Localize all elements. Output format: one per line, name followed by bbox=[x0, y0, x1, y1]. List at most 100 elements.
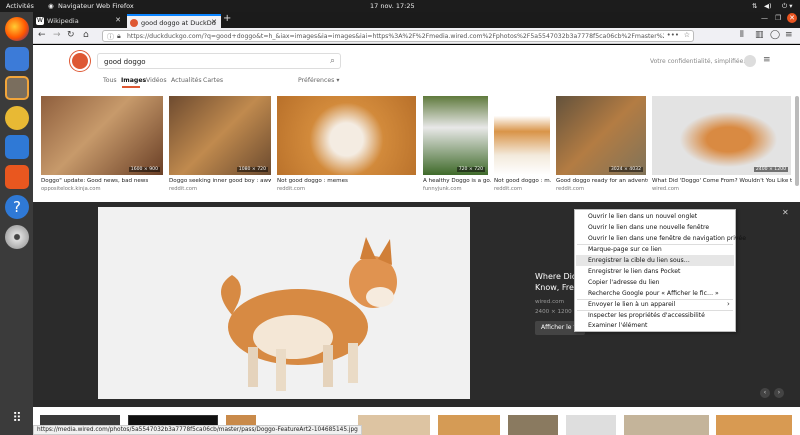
menu-bookmark-link[interactable]: Marque-page sur ce lien bbox=[588, 246, 662, 253]
toggle-icon[interactable] bbox=[744, 55, 756, 67]
result-image[interactable] bbox=[494, 96, 550, 175]
network-icon[interactable]: ⇅ bbox=[752, 2, 757, 10]
bottom-thumbnail[interactable] bbox=[716, 415, 792, 435]
files-icon[interactable] bbox=[5, 76, 29, 100]
search-icon[interactable]: ⌕ bbox=[330, 56, 335, 66]
disc-icon[interactable] bbox=[5, 225, 29, 249]
url-bar[interactable]: ⓘ 🔒︎ https://duckduckgo.com/?q=good+dogg… bbox=[102, 30, 694, 42]
result-title[interactable]: Good doggo ready for an adventu... bbox=[556, 178, 648, 184]
lock-icon[interactable]: 🔒︎ bbox=[117, 32, 121, 41]
volume-icon[interactable]: ◀) bbox=[764, 2, 772, 10]
search-query: good doggo bbox=[104, 58, 146, 66]
menu-save-link-as[interactable]: Enregistrer la cible du lien sous… bbox=[588, 257, 690, 264]
tab-wikipedia[interactable]: W Wikipedia ✕ bbox=[33, 14, 125, 28]
show-apps-icon[interactable]: ⠿ bbox=[5, 407, 29, 431]
menu-send-to-device[interactable]: Envoyer le lien à un appareil bbox=[588, 301, 675, 308]
bottom-thumbnail[interactable] bbox=[508, 415, 558, 435]
menu-inspect-accessibility[interactable]: Inspecter les propriétés d'accessibilité bbox=[588, 312, 705, 319]
menu-open-private-window[interactable]: Ouvrir le lien dans une fenêtre de navig… bbox=[588, 235, 746, 242]
detail-image[interactable] bbox=[98, 207, 470, 399]
help-icon[interactable]: ? bbox=[5, 195, 29, 219]
clock[interactable]: 17 nov. 17:25 bbox=[370, 2, 415, 10]
result-title[interactable]: A healthy Doggo is a go... bbox=[423, 178, 491, 184]
account-icon[interactable]: ◯ bbox=[770, 30, 780, 40]
bottom-thumbnail[interactable] bbox=[358, 415, 430, 435]
close-tab-icon[interactable]: ✕ bbox=[211, 18, 217, 26]
software-center-icon[interactable] bbox=[5, 165, 29, 189]
firefox-icon[interactable] bbox=[5, 17, 29, 41]
maximize-icon[interactable]: ❐ bbox=[775, 14, 781, 22]
result-title[interactable]: Doggo seeking inner good boy : aww bbox=[169, 178, 271, 184]
bookmark-star-icon[interactable]: ☆ bbox=[683, 31, 690, 39]
result-source: reddit.com bbox=[494, 186, 522, 192]
close-detail-icon[interactable]: ✕ bbox=[782, 208, 789, 217]
tab-duckduckgo[interactable]: good doggo at DuckDu ✕ bbox=[127, 14, 221, 28]
bottom-thumbnail[interactable] bbox=[438, 415, 500, 435]
result-image[interactable] bbox=[277, 96, 416, 175]
result-image[interactable]: 720 × 720 bbox=[423, 96, 488, 175]
library-icon[interactable]: ⫴ bbox=[740, 30, 744, 40]
home-icon[interactable]: ⌂ bbox=[83, 30, 89, 40]
menu-open-new-window[interactable]: Ouvrir le lien dans une nouvelle fenêtre bbox=[588, 224, 709, 231]
bottom-thumbnail[interactable] bbox=[624, 415, 709, 435]
status-url-tooltip: https://media.wired.com/photos/5a5547032… bbox=[33, 425, 362, 435]
result-image[interactable]: 1600 × 900 bbox=[41, 96, 163, 175]
submenu-arrow-icon: › bbox=[727, 300, 730, 308]
app-menu[interactable]: Navigateur Web Firefox bbox=[58, 2, 134, 10]
menu-separator bbox=[577, 310, 733, 311]
detail-title-line2[interactable]: Know, Fren bbox=[535, 283, 579, 292]
image-dimensions: 1600 × 900 bbox=[128, 167, 160, 172]
menu-copy-link[interactable]: Copier l'adresse du lien bbox=[588, 279, 660, 286]
result-source: wired.com bbox=[652, 186, 679, 192]
bottom-thumbnail[interactable] bbox=[566, 415, 616, 435]
sidebar-icon[interactable]: ▥ bbox=[755, 30, 764, 40]
result-source: oppositelock.kinja.com bbox=[41, 186, 101, 192]
result-title[interactable]: Not good doggo : m... bbox=[494, 178, 552, 184]
menu-icon[interactable]: ≡ bbox=[785, 30, 793, 40]
preferences-dropdown[interactable]: Préférences ▾ bbox=[298, 77, 339, 84]
context-menu: Ouvrir le lien dans un nouvel onglet Ouv… bbox=[574, 209, 746, 332]
hamburger-menu-icon[interactable]: ≡ bbox=[763, 55, 771, 65]
page-actions-icon[interactable]: ••• bbox=[663, 31, 679, 39]
close-window-icon[interactable]: ✕ bbox=[787, 13, 797, 23]
activities-button[interactable]: Activités bbox=[6, 2, 34, 10]
close-tab-icon[interactable]: ✕ bbox=[115, 16, 121, 24]
result-image[interactable]: 3024 × 4032 bbox=[556, 96, 646, 175]
new-tab-icon[interactable]: + bbox=[223, 13, 231, 24]
result-image[interactable]: 2400 × 1200 bbox=[652, 96, 791, 175]
detail-title[interactable]: Where Did bbox=[535, 272, 577, 281]
menu-save-to-pocket[interactable]: Enregistrer le lien dans Pocket bbox=[588, 268, 680, 275]
next-image-icon[interactable]: › bbox=[774, 388, 784, 398]
reload-icon[interactable]: ↻ bbox=[67, 30, 75, 40]
tab-news[interactable]: Actualités bbox=[171, 77, 202, 84]
writer-icon[interactable] bbox=[5, 135, 29, 159]
tab-all[interactable]: Tous bbox=[103, 77, 117, 84]
tab-strip: W Wikipedia ✕ good doggo at DuckDu ✕ + —… bbox=[33, 12, 800, 28]
power-icon[interactable]: ⏻ ▾ bbox=[782, 2, 792, 11]
result-title[interactable]: Doggo" update: Good news, bad news bbox=[41, 178, 163, 184]
mail-icon[interactable] bbox=[5, 47, 29, 71]
forward-icon[interactable]: → bbox=[53, 30, 61, 40]
scrollbar[interactable] bbox=[795, 96, 799, 186]
tab-videos[interactable]: Vidéos bbox=[146, 77, 167, 84]
result-title[interactable]: What Did 'Doggo' Come From? Wouldn't You… bbox=[652, 178, 792, 184]
detail-dimensions: 2400 × 1200 bbox=[535, 309, 572, 315]
menu-inspect-element[interactable]: Examiner l'élément bbox=[588, 322, 647, 329]
privacy-dropdown[interactable]: Votre confidentialité, simplifiée. ▾ bbox=[650, 58, 750, 65]
search-input[interactable]: good doggo ⌕ bbox=[97, 53, 341, 69]
result-image[interactable]: 1080 × 720 bbox=[169, 96, 271, 175]
duckduckgo-logo[interactable] bbox=[70, 51, 90, 71]
prev-image-icon[interactable]: ‹ bbox=[760, 388, 770, 398]
minimize-icon[interactable]: — bbox=[761, 14, 768, 22]
tab-images[interactable]: Images bbox=[121, 77, 146, 84]
tab-label: Wikipedia bbox=[47, 17, 79, 25]
music-icon[interactable] bbox=[5, 106, 29, 130]
tab-maps[interactable]: Cartes bbox=[203, 77, 223, 84]
info-icon[interactable]: ⓘ bbox=[107, 32, 114, 41]
back-icon[interactable]: ← bbox=[38, 30, 46, 40]
result-title[interactable]: Not good doggo : memes bbox=[277, 178, 416, 184]
menu-google-search[interactable]: Recherche Google pour « Afficher le fic…… bbox=[588, 290, 719, 297]
menu-open-new-tab[interactable]: Ouvrir le lien dans un nouvel onglet bbox=[588, 213, 697, 220]
detail-source[interactable]: wired.com bbox=[535, 299, 564, 305]
result-source: reddit.com bbox=[277, 186, 305, 192]
